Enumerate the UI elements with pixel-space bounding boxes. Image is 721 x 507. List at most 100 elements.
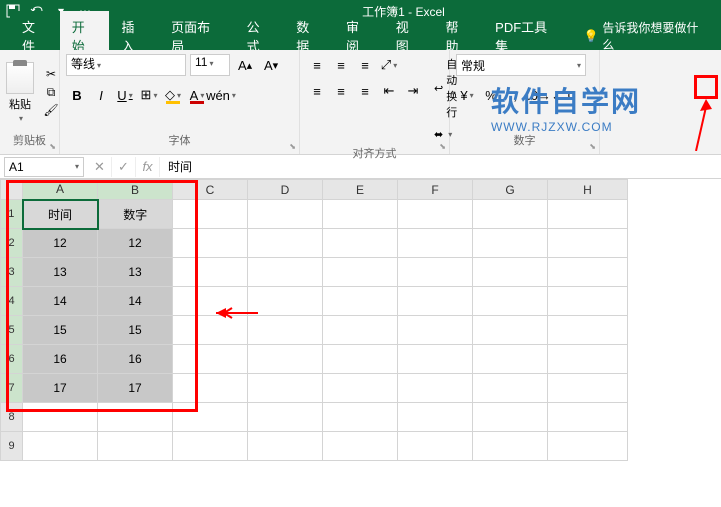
cell[interactable]: [548, 345, 628, 374]
cell[interactable]: [248, 287, 323, 316]
row-header[interactable]: 3: [1, 258, 23, 287]
cell[interactable]: [548, 287, 628, 316]
cell[interactable]: [473, 258, 548, 287]
fill-color-button[interactable]: ◇▾: [162, 84, 184, 106]
cell[interactable]: 13: [23, 258, 98, 287]
cell[interactable]: 12: [98, 229, 173, 258]
number-format-select[interactable]: 常规 ▾: [456, 54, 586, 76]
increase-font-icon[interactable]: A▴: [234, 54, 256, 76]
font-size-select[interactable]: 11▾: [190, 54, 230, 76]
cell[interactable]: [323, 316, 398, 345]
decrease-indent-icon[interactable]: ⇤: [378, 80, 400, 102]
cell[interactable]: [173, 432, 248, 461]
format-painter-icon[interactable]: 🖌: [42, 102, 60, 118]
font-color-button[interactable]: A▾: [186, 84, 208, 106]
align-right-icon[interactable]: ≡: [354, 80, 376, 102]
align-left-icon[interactable]: ≡: [306, 80, 328, 102]
cell[interactable]: [248, 229, 323, 258]
row-header[interactable]: 6: [1, 345, 23, 374]
cell[interactable]: 14: [98, 287, 173, 316]
cell[interactable]: [248, 258, 323, 287]
cell[interactable]: 12: [23, 229, 98, 258]
paste-button[interactable]: 粘贴 ▾: [6, 62, 34, 123]
cell[interactable]: [398, 432, 473, 461]
comma-button[interactable]: ,: [504, 84, 526, 106]
currency-button[interactable]: ¥▾: [456, 84, 478, 106]
cell[interactable]: 时间: [23, 200, 98, 229]
cell[interactable]: [323, 287, 398, 316]
row-header[interactable]: 7: [1, 374, 23, 403]
decrease-decimal-icon[interactable]: ←.0: [552, 84, 574, 106]
cell[interactable]: [473, 316, 548, 345]
dialog-launcher-icon[interactable]: ⬊: [289, 142, 296, 151]
column-header[interactable]: F: [398, 180, 473, 200]
cell[interactable]: [248, 374, 323, 403]
cell[interactable]: [473, 374, 548, 403]
align-center-icon[interactable]: ≡: [330, 80, 352, 102]
cell[interactable]: [473, 403, 548, 432]
cell[interactable]: [323, 432, 398, 461]
fx-icon[interactable]: fx: [136, 157, 160, 177]
column-header[interactable]: G: [473, 180, 548, 200]
bold-button[interactable]: B: [66, 84, 88, 106]
cell[interactable]: [173, 287, 248, 316]
cell[interactable]: [323, 374, 398, 403]
cancel-formula-icon[interactable]: ✕: [88, 157, 112, 177]
row-header[interactable]: 8: [1, 403, 23, 432]
cell[interactable]: [548, 316, 628, 345]
cell[interactable]: 14: [23, 287, 98, 316]
cell[interactable]: 15: [98, 316, 173, 345]
cell[interactable]: [173, 345, 248, 374]
column-header[interactable]: H: [548, 180, 628, 200]
column-header[interactable]: A: [23, 180, 98, 200]
column-header[interactable]: C: [173, 180, 248, 200]
cell[interactable]: [248, 316, 323, 345]
cell[interactable]: [473, 432, 548, 461]
cell[interactable]: [173, 200, 248, 229]
row-header[interactable]: 2: [1, 229, 23, 258]
cell[interactable]: [473, 229, 548, 258]
dialog-launcher-icon[interactable]: ⬊: [49, 142, 56, 151]
cell[interactable]: 15: [23, 316, 98, 345]
cut-icon[interactable]: ✂: [42, 66, 60, 82]
row-header[interactable]: 9: [1, 432, 23, 461]
cell[interactable]: [473, 345, 548, 374]
cell[interactable]: [398, 374, 473, 403]
dialog-launcher-icon[interactable]: ⬊: [589, 142, 596, 151]
cell[interactable]: [548, 258, 628, 287]
orientation-icon[interactable]: ⤢▾: [378, 54, 400, 76]
cell[interactable]: [248, 345, 323, 374]
cell[interactable]: [323, 403, 398, 432]
cell[interactable]: [398, 258, 473, 287]
cell[interactable]: 17: [23, 374, 98, 403]
italic-button[interactable]: I: [90, 84, 112, 106]
cell[interactable]: [323, 229, 398, 258]
cell[interactable]: [398, 229, 473, 258]
cell[interactable]: 16: [23, 345, 98, 374]
cell[interactable]: [548, 432, 628, 461]
align-top-icon[interactable]: ≡: [306, 54, 328, 76]
align-middle-icon[interactable]: ≡: [330, 54, 352, 76]
cell[interactable]: [173, 229, 248, 258]
dialog-launcher-icon[interactable]: ⬊: [439, 142, 446, 151]
row-header[interactable]: 1: [1, 200, 23, 229]
cell[interactable]: [398, 287, 473, 316]
underline-button[interactable]: U▾: [114, 84, 136, 106]
border-button[interactable]: ⊞▾: [138, 84, 160, 106]
row-header[interactable]: 4: [1, 287, 23, 316]
font-name-select[interactable]: 等线▾: [66, 54, 186, 76]
cell[interactable]: [173, 316, 248, 345]
cell[interactable]: [398, 316, 473, 345]
cell[interactable]: [398, 200, 473, 229]
cell[interactable]: [173, 374, 248, 403]
cell[interactable]: [23, 432, 98, 461]
copy-icon[interactable]: ⧉: [42, 84, 60, 100]
cell[interactable]: [248, 403, 323, 432]
cell[interactable]: [473, 287, 548, 316]
cell[interactable]: [323, 345, 398, 374]
row-header[interactable]: 5: [1, 316, 23, 345]
column-header[interactable]: B: [98, 180, 173, 200]
increase-decimal-icon[interactable]: .0→: [528, 84, 550, 106]
cell[interactable]: [473, 200, 548, 229]
cell[interactable]: [23, 403, 98, 432]
